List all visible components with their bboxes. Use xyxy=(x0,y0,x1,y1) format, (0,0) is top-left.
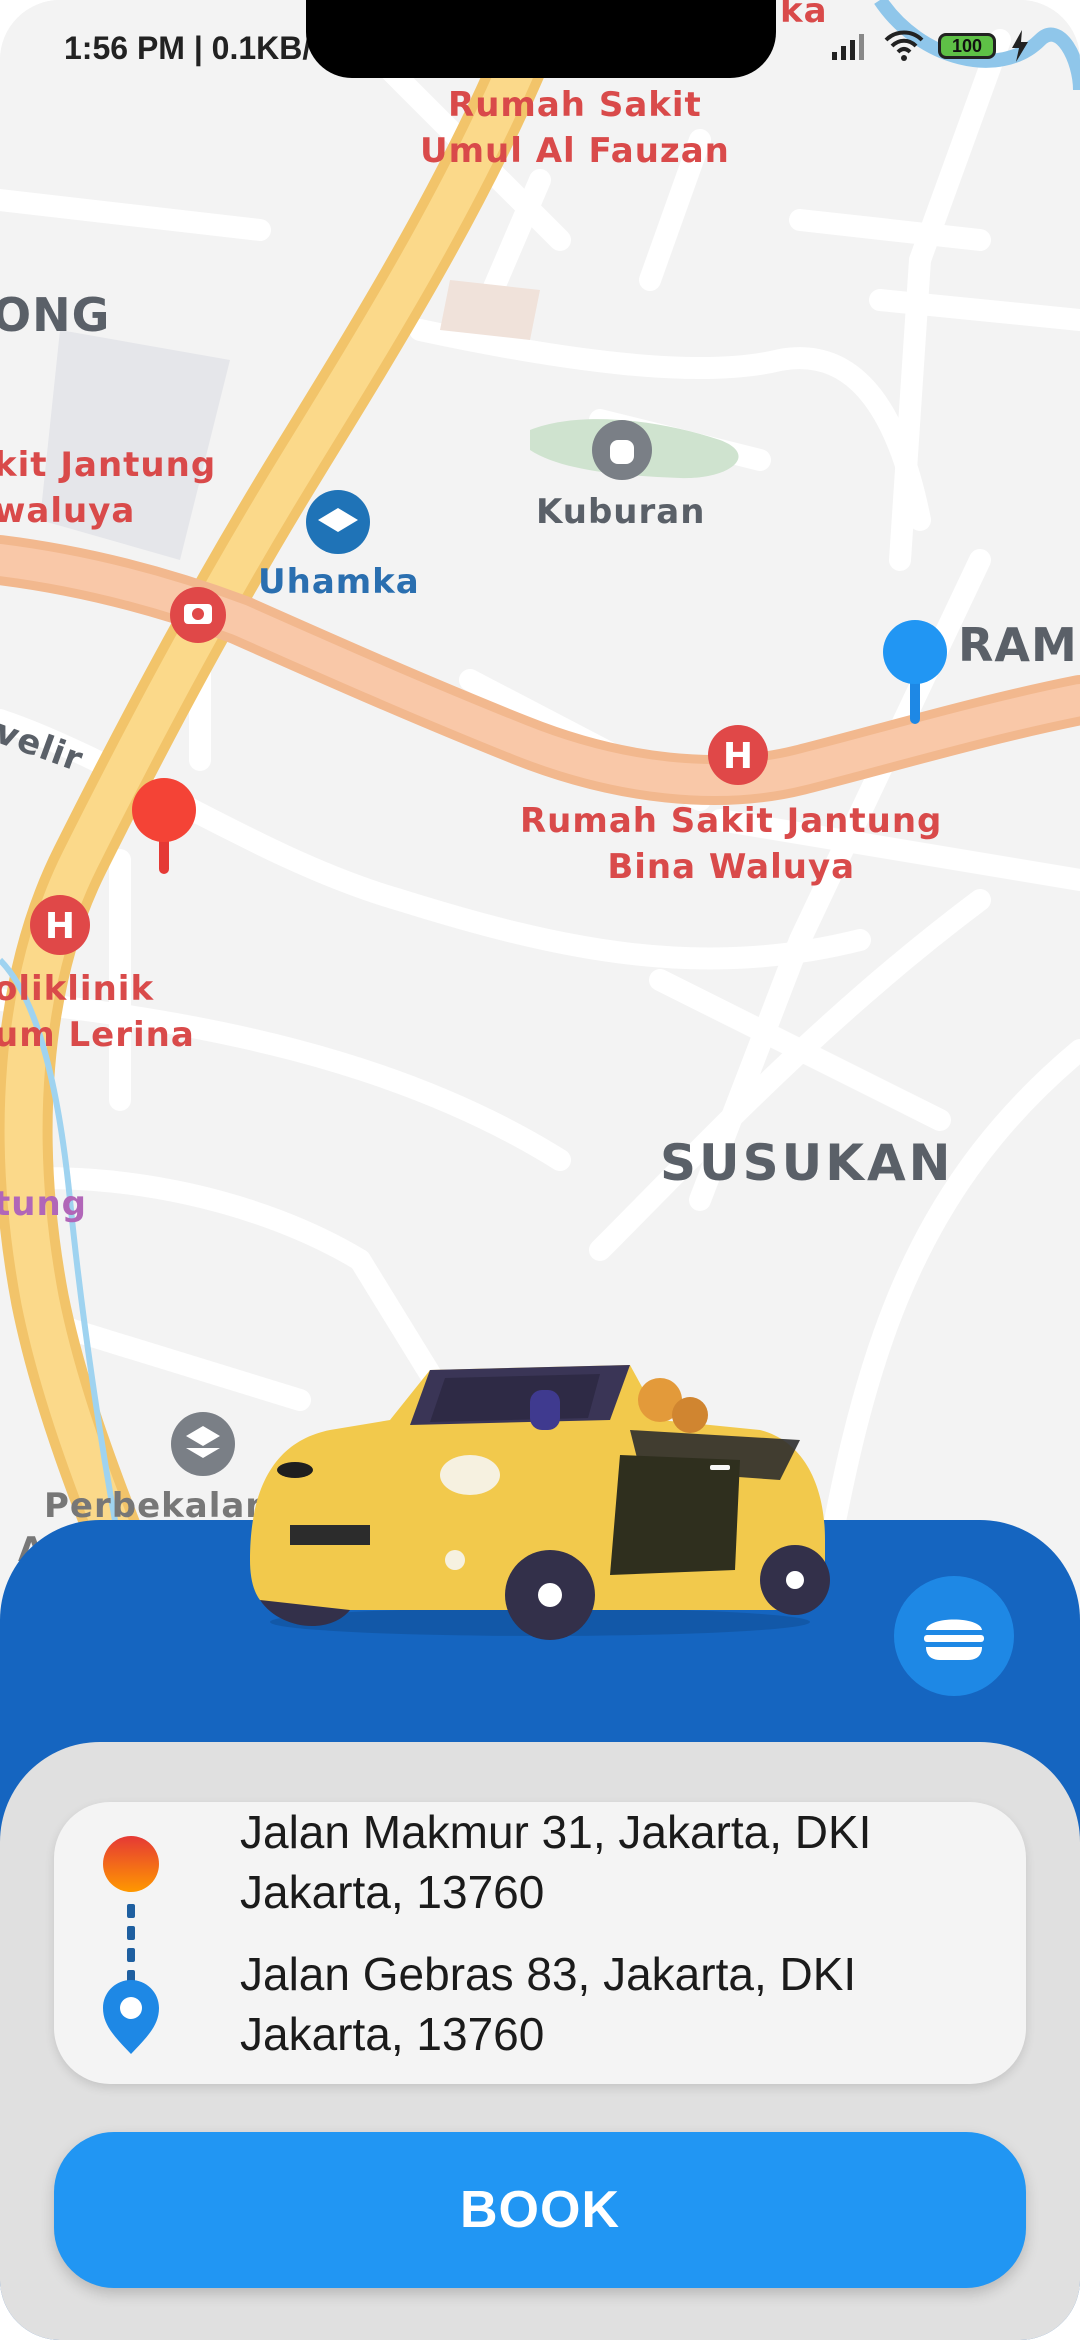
map-label-tung: tung xyxy=(0,1184,88,1224)
app-screen: H H Rumah Sakit Umul Al Fauzan ONG kit J… xyxy=(0,0,1080,2340)
destination-address[interactable]: Jalan Gebras 83, Jakarta, DKI Jakarta, 1… xyxy=(240,1944,1000,2064)
map-label-susukan: SUSUKAN xyxy=(660,1134,954,1192)
map-label-poliklinik: oliklinik um Lerina xyxy=(0,969,195,1055)
map-label-ong: ONG xyxy=(0,288,111,342)
menu-button[interactable] xyxy=(894,1576,1014,1696)
route-card: Jalan Makmur 31, Jakarta, DKI Jakarta, 1… xyxy=(54,1802,1026,2084)
burger-icon xyxy=(924,1619,984,1660)
signal-icon xyxy=(832,34,864,60)
svg-text:H: H xyxy=(45,906,75,947)
map-label-rs-jantung: Rumah Sakit Jantung Bina Waluya xyxy=(520,801,943,887)
status-icons: 100 xyxy=(830,30,1030,62)
map-label-kuburan: Kuburan xyxy=(536,492,706,532)
car-illustration xyxy=(250,1365,830,1640)
origin-address[interactable]: Jalan Makmur 31, Jakarta, DKI Jakarta, 1… xyxy=(240,1802,1000,1922)
battery-icon: 100 xyxy=(938,33,996,59)
origin-dot-icon xyxy=(103,1836,159,1892)
svg-text:H: H xyxy=(723,736,753,777)
hospital-poi-icon: H xyxy=(30,895,90,955)
origin-map-pin-icon xyxy=(132,778,196,874)
status-time: 1:56 PM | 0.1KB/ xyxy=(64,30,312,66)
book-button[interactable]: BOOK xyxy=(54,2132,1026,2288)
status-bar: 1:56 PM | 0.1KB/ 100 xyxy=(0,0,1080,100)
hospital-poi-icon: H xyxy=(708,725,768,785)
map-label-kit-jantung: kit Jantung waluya xyxy=(0,445,217,531)
route-line-graphic xyxy=(103,1836,159,2054)
camera-notch xyxy=(306,0,776,78)
charging-icon xyxy=(1012,30,1028,62)
wifi-icon xyxy=(884,30,924,61)
map-label-ram: RAM xyxy=(958,618,1078,672)
destination-pin-icon xyxy=(103,1980,159,2054)
map-label-uhamka: Uhamka xyxy=(258,562,420,602)
